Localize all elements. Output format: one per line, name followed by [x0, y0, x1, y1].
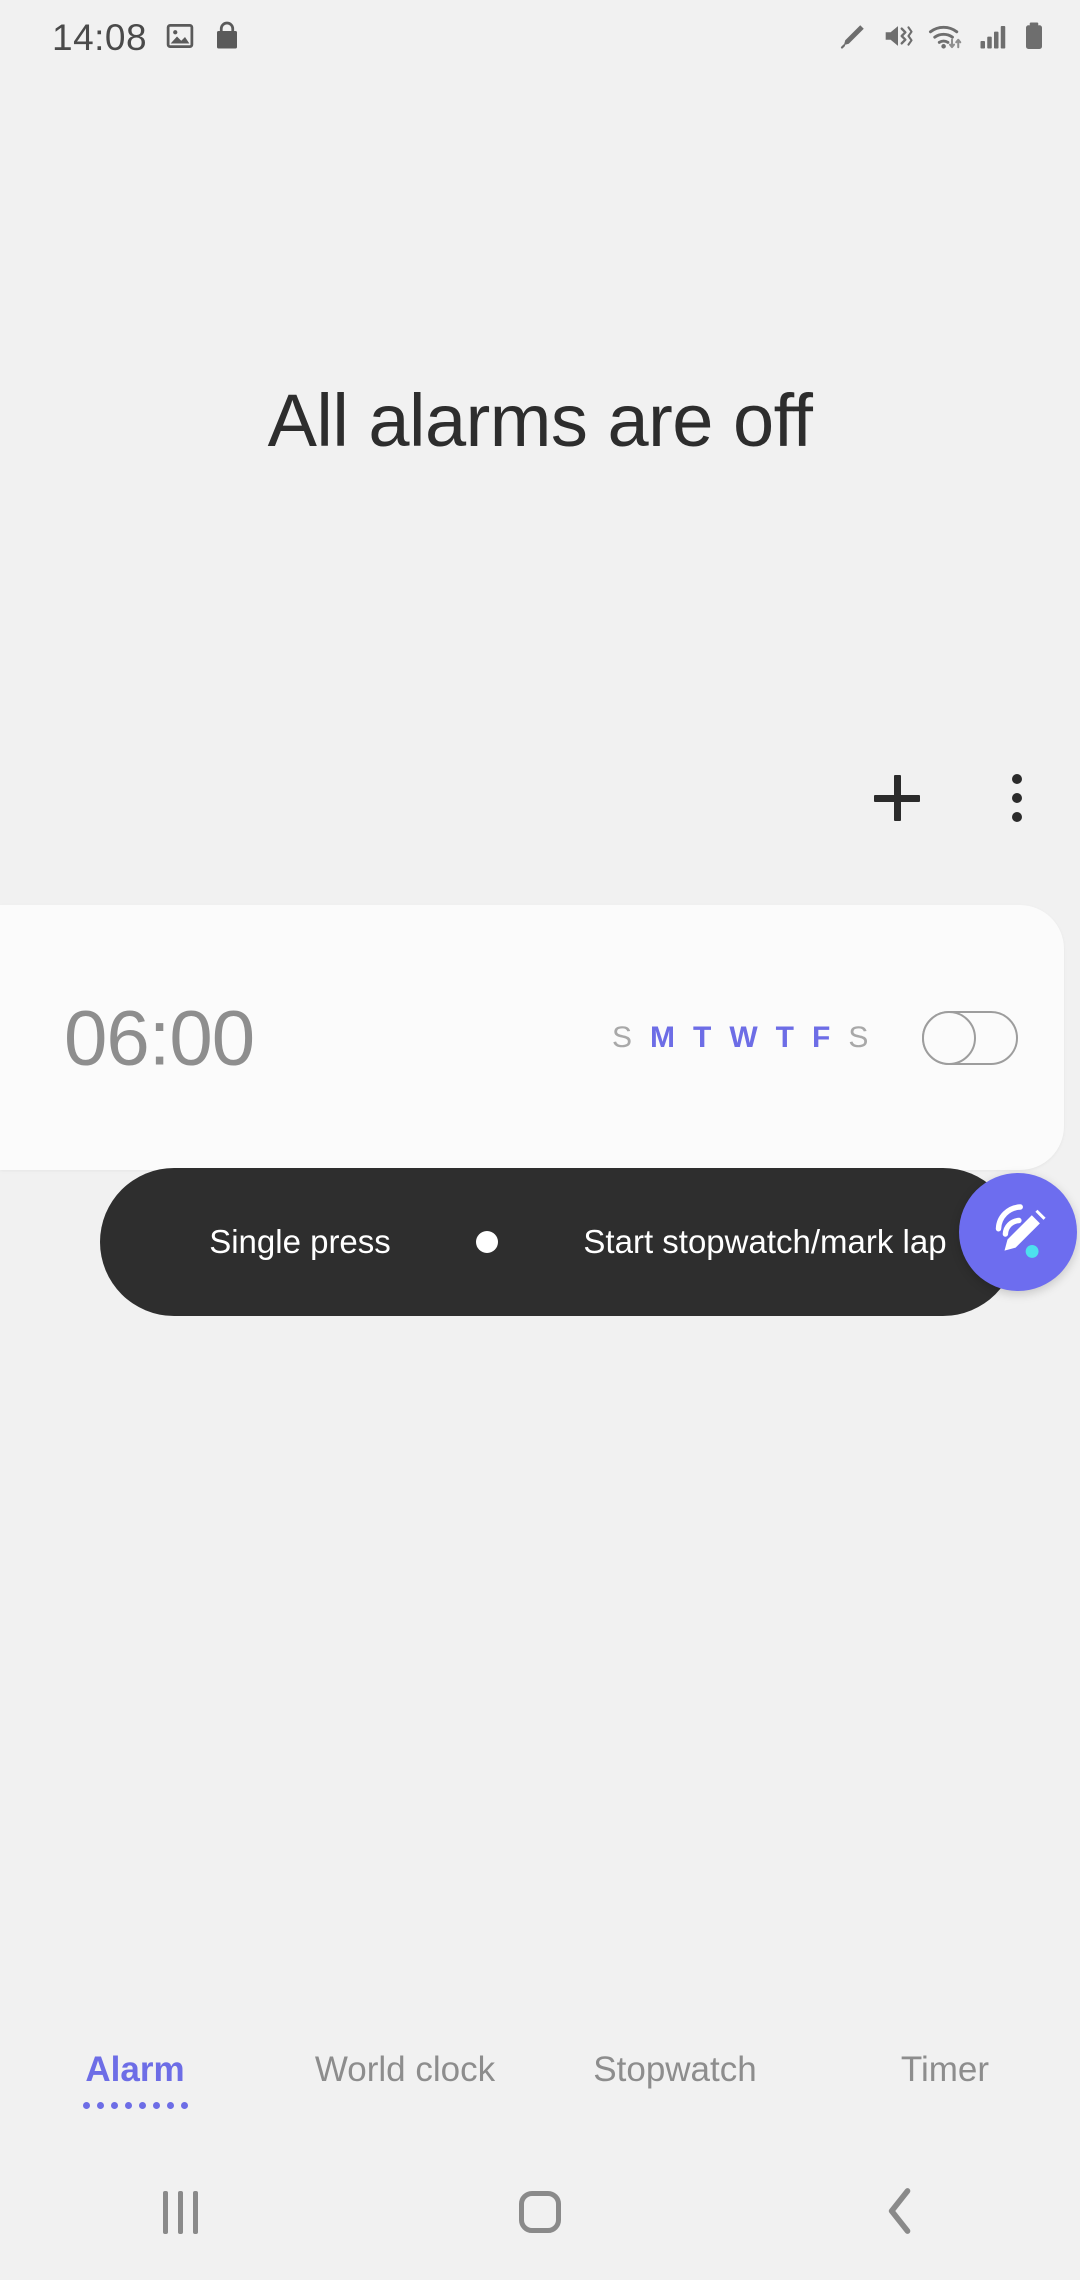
- plus-icon: [874, 775, 920, 821]
- alarm-day-sun: S: [612, 1020, 633, 1054]
- separator-dot-icon: [476, 1231, 498, 1253]
- tab-stopwatch[interactable]: Stopwatch: [540, 2050, 810, 2110]
- add-alarm-button[interactable]: [856, 757, 938, 839]
- tab-world-clock[interactable]: World clock: [270, 2050, 540, 2110]
- tab-alarm-label: Alarm: [85, 2050, 185, 2089]
- alarm-day-sat: S: [848, 1020, 869, 1054]
- bottom-tab-bar: Alarm World clock Stopwatch Timer: [0, 2020, 1080, 2140]
- tab-timer[interactable]: Timer: [810, 2050, 1080, 2110]
- alarm-day-fri: F: [812, 1020, 831, 1054]
- mute-vibrate-icon: [882, 21, 914, 56]
- alarm-time[interactable]: 06:00: [64, 992, 255, 1083]
- nav-home-button[interactable]: [360, 2191, 720, 2233]
- page-title: All alarms are off: [267, 379, 813, 462]
- alarm-day-mon: M: [650, 1020, 676, 1054]
- alarm-list-item[interactable]: 06:00 S M T W T F S: [0, 905, 1064, 1170]
- status-bar: 14:08: [0, 0, 1080, 76]
- home-icon: [519, 2191, 561, 2233]
- wifi-icon: [928, 21, 964, 56]
- more-vertical-icon: [1012, 774, 1022, 822]
- status-bar-left: 14:08: [52, 17, 241, 59]
- system-navigation-bar: [0, 2144, 1080, 2280]
- alarm-toggle-switch[interactable]: [922, 1010, 1018, 1065]
- nav-recents-button[interactable]: [0, 2190, 360, 2234]
- back-chevron-icon: [883, 2186, 917, 2239]
- tab-stopwatch-label: Stopwatch: [593, 2050, 757, 2089]
- alarm-toggle-knob: [922, 1010, 976, 1065]
- tab-active-underline: [82, 2102, 188, 2110]
- battery-icon: [1022, 21, 1046, 56]
- recents-icon: [162, 2190, 198, 2234]
- alarm-card[interactable]: 06:00 S M T W T F S: [0, 905, 1064, 1170]
- tab-timer-label: Timer: [900, 2050, 990, 2089]
- tab-alarm[interactable]: Alarm: [0, 2050, 270, 2110]
- spen-gesture-label: Single press: [209, 1223, 391, 1260]
- more-options-button[interactable]: [976, 757, 1058, 839]
- status-bar-right: [838, 21, 1046, 56]
- spen-air-action-icon: [982, 1195, 1054, 1270]
- spen-icon: [838, 21, 868, 56]
- image-icon: [165, 21, 195, 56]
- alarm-day-wed: W: [729, 1020, 758, 1054]
- header-actions: [856, 757, 1058, 839]
- alarm-day-tue: T: [693, 1020, 712, 1054]
- clock-app-screen: 14:08 All alarms are off 06:00 S M T W T…: [0, 0, 1080, 2280]
- alarm-repeat-days: S M T W T F S: [612, 1021, 868, 1055]
- nav-back-button[interactable]: [720, 2186, 1080, 2239]
- shopping-bag-icon: [213, 21, 241, 56]
- status-clock: 14:08: [52, 17, 148, 58]
- spen-air-action-tooltip: Single press Start stopwatch/mark lap: [100, 1168, 1017, 1316]
- signal-icon: [978, 21, 1008, 56]
- spen-action-label: Start stopwatch/mark lap: [583, 1223, 947, 1260]
- alarm-day-thu: T: [775, 1020, 794, 1054]
- spen-air-action-button[interactable]: [959, 1173, 1077, 1291]
- tab-world-clock-label: World clock: [314, 2050, 496, 2089]
